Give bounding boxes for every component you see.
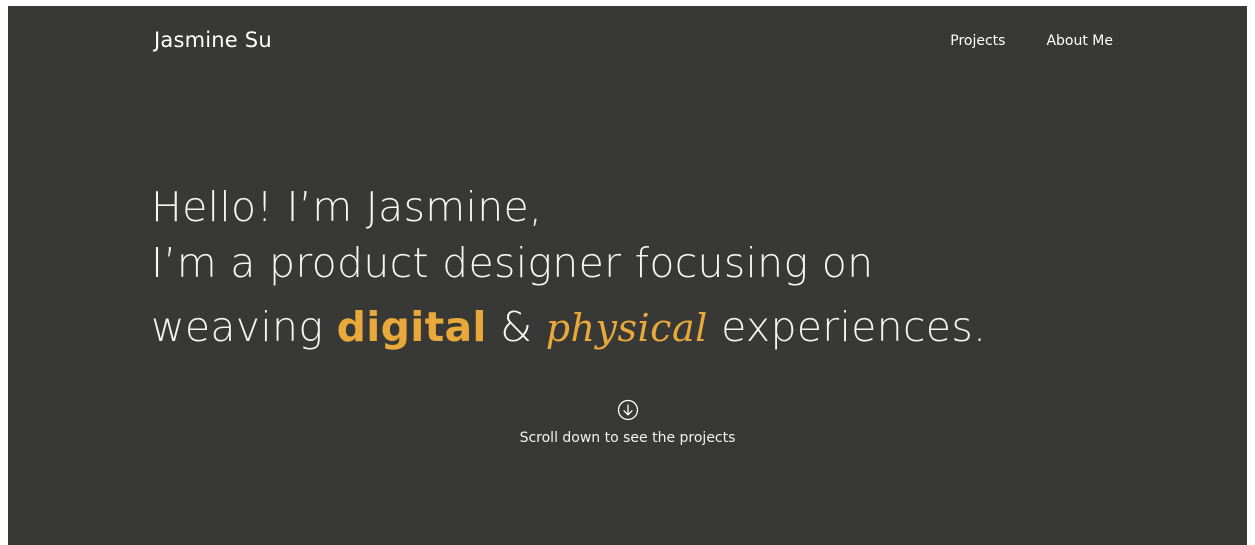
hero-line-3: weaving digital & physical experiences. xyxy=(151,299,1111,356)
hero-line-1: Hello! I’m Jasmine, xyxy=(151,183,543,231)
highlight-digital: digital xyxy=(336,303,487,351)
hero-line-2: I’m a product designer focusing on xyxy=(151,239,874,287)
hero-heading: Hello! I’m Jasmine, I’m a product design… xyxy=(151,179,1111,356)
hero-line-3-start: weaving xyxy=(151,303,337,351)
scroll-down-cue[interactable]: Scroll down to see the projects xyxy=(8,399,1247,446)
nav-link-about-me[interactable]: About Me xyxy=(1046,33,1113,49)
hero-connector: & xyxy=(486,303,546,351)
main-nav: Projects About Me xyxy=(950,33,1113,49)
scroll-down-text: Scroll down to see the projects xyxy=(519,430,736,446)
arrow-down-circle-icon[interactable] xyxy=(617,399,639,421)
landing-page: Jasmine Su Projects About Me Hello! I’m … xyxy=(8,6,1247,545)
site-logo-name[interactable]: Jasmine Su xyxy=(154,28,272,52)
hero-line-3-end: experiences. xyxy=(707,303,987,351)
highlight-physical: physical xyxy=(545,306,708,350)
nav-link-projects[interactable]: Projects xyxy=(950,33,1005,49)
